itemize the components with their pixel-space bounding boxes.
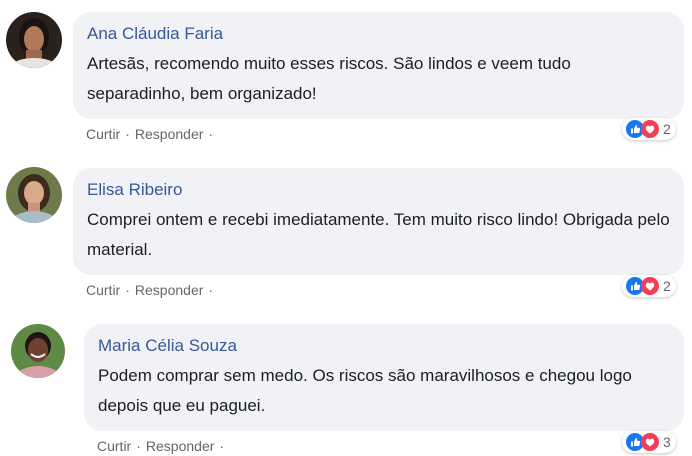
comment-text: Comprei ontem e recebi imediatamente. Te… (87, 210, 670, 259)
comment-text: Artesãs, recomendo muito esses riscos. S… (87, 54, 571, 103)
comment-author[interactable]: Maria Célia Souza (98, 335, 670, 357)
love-icon (641, 433, 659, 451)
reaction-count: 2 (663, 278, 671, 294)
avatar[interactable] (6, 167, 62, 223)
comment-bubble: Maria Célia Souza Podem comprar sem medo… (84, 324, 684, 431)
avatar-photo (11, 324, 65, 378)
love-icon (641, 277, 659, 295)
avatar-photo (6, 12, 62, 68)
comment-author[interactable]: Ana Cláudia Faria (87, 23, 670, 45)
avatar[interactable] (6, 12, 62, 68)
avatar[interactable] (11, 324, 65, 378)
love-icon (641, 120, 659, 138)
comment-bubble: Elisa Ribeiro Comprei ontem e recebi ime… (73, 168, 684, 275)
comment-actions: Curtir · Responder · (86, 281, 218, 299)
reply-link[interactable]: Responder (135, 125, 204, 143)
separator: · (125, 126, 130, 142)
separator: · (125, 282, 130, 298)
comment-actions: Curtir · Responder · (97, 437, 229, 455)
reply-link[interactable]: Responder (146, 437, 215, 455)
like-link[interactable]: Curtir (86, 125, 120, 143)
reactions-summary[interactable]: 2 (622, 275, 676, 297)
reactions-summary[interactable]: 2 (622, 118, 676, 140)
reaction-count: 3 (663, 434, 671, 450)
reaction-count: 2 (663, 121, 671, 137)
comment-bubble: Ana Cláudia Faria Artesãs, recomendo mui… (73, 12, 684, 119)
comment-author[interactable]: Elisa Ribeiro (87, 179, 670, 201)
like-link[interactable]: Curtir (97, 437, 131, 455)
comment-actions: Curtir · Responder · (86, 125, 218, 143)
separator: · (136, 438, 141, 454)
separator: · (208, 282, 214, 298)
comment-text: Podem comprar sem medo. Os riscos são ma… (98, 366, 632, 415)
separator: · (219, 438, 225, 454)
avatar-photo (6, 167, 62, 223)
like-link[interactable]: Curtir (86, 281, 120, 299)
reply-link[interactable]: Responder (135, 281, 204, 299)
separator: · (208, 126, 214, 142)
reactions-summary[interactable]: 3 (622, 431, 676, 453)
